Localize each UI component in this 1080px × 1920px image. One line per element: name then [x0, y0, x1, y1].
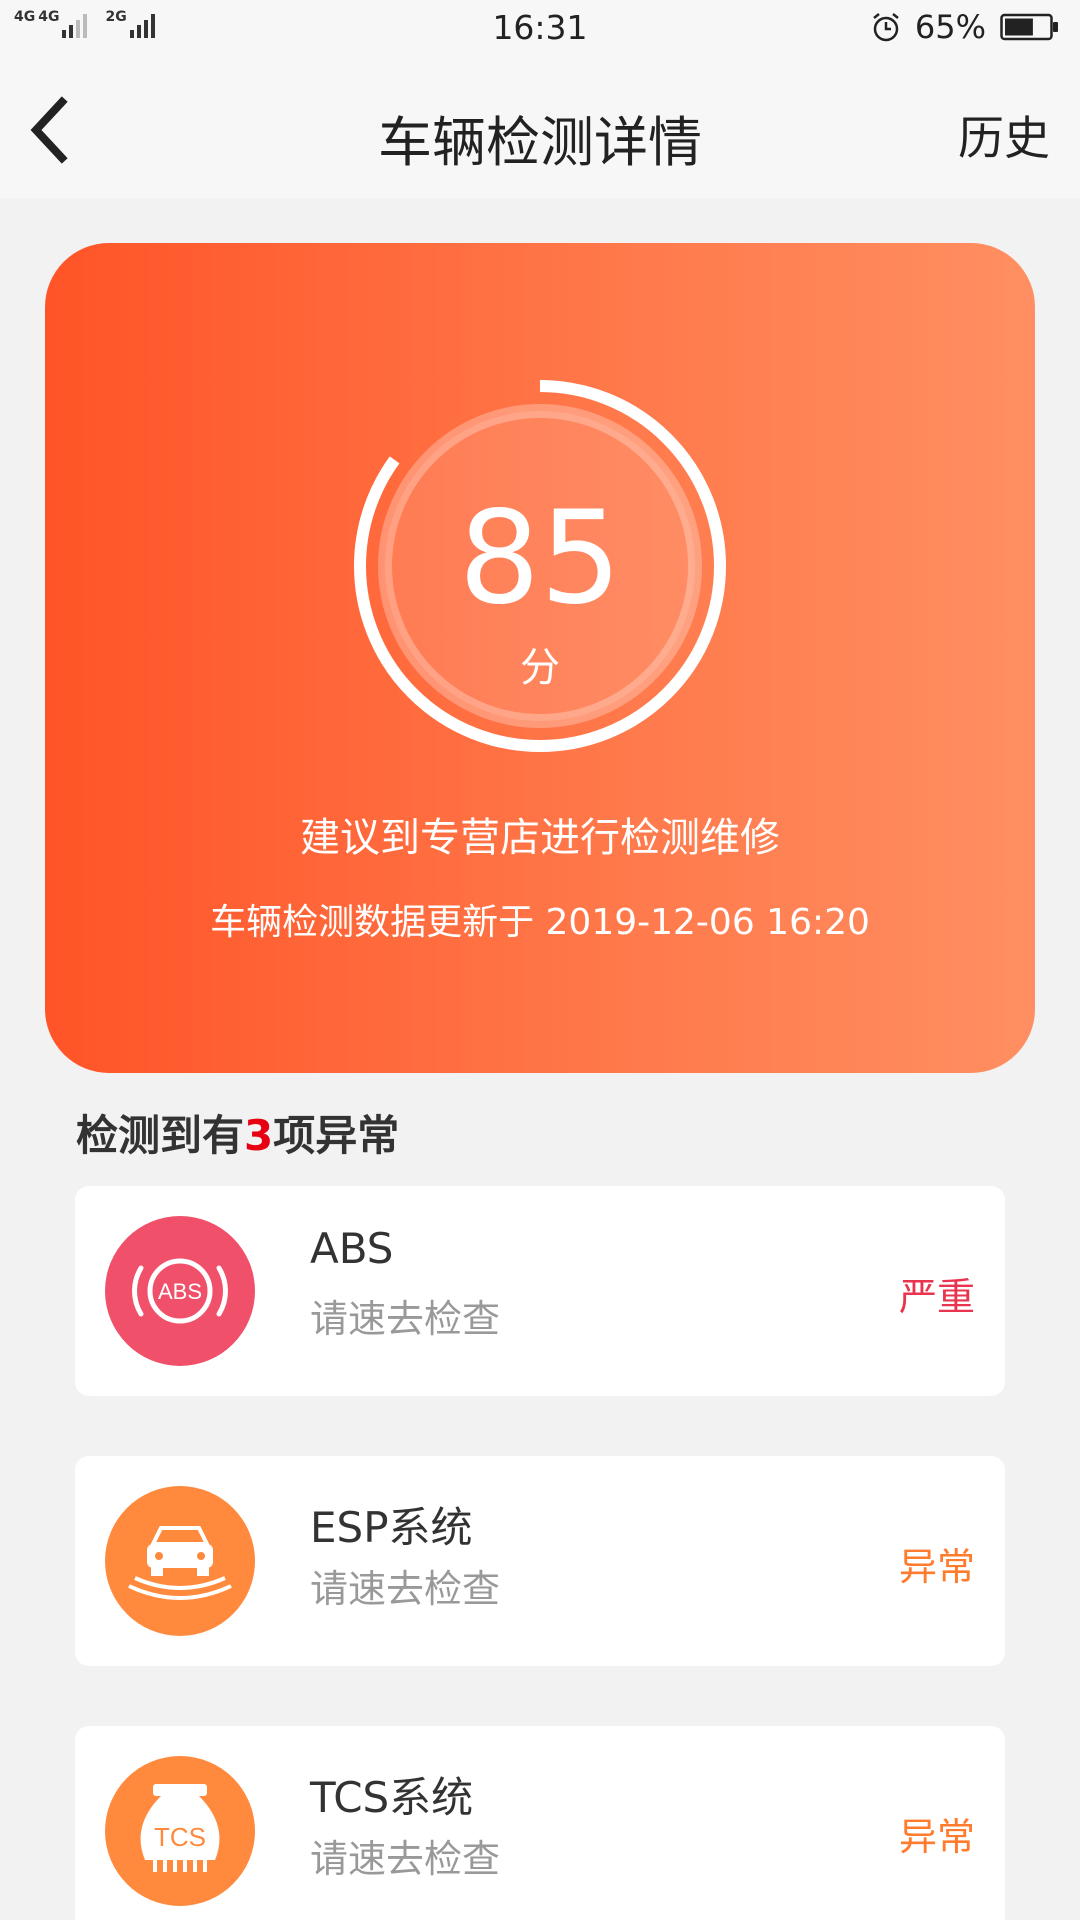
score-card: 85 分 建议到专营店进行检测维修 车辆检测数据更新于 2019-12-06 1…	[45, 243, 1035, 1073]
abs-warning-icon: ABS	[105, 1216, 255, 1366]
update-timestamp: 车辆检测数据更新于 2019-12-06 16:20	[210, 902, 870, 943]
battery-icon	[1000, 13, 1058, 41]
item-name: ABS	[310, 1224, 394, 1273]
anomaly-item-esp[interactable]: ESP系统 请速去检查 异常	[75, 1456, 1005, 1666]
item-desc: 请速去检查	[310, 1297, 501, 1341]
item-name: TCS系统	[310, 1773, 474, 1822]
tcs-traction-control-icon: TCS	[105, 1756, 255, 1906]
score-unit: 分	[520, 645, 560, 691]
alarm-clock-icon	[873, 13, 899, 42]
tcs-icon-text: TCS	[154, 1822, 206, 1852]
anomaly-summary-heading: 检测到有3项异常	[76, 1102, 399, 1163]
anomaly-count: 3	[244, 1111, 274, 1160]
item-desc: 请速去检查	[310, 1567, 501, 1611]
item-name: ESP系统	[310, 1503, 473, 1552]
heading-prefix: 检测到有	[76, 1111, 245, 1160]
anomaly-item-tcs[interactable]: TCS TCS系统 请速去检查 异常	[75, 1726, 1005, 1920]
history-button[interactable]: 历史	[958, 102, 1050, 168]
status-label: 异常	[898, 1815, 975, 1859]
esp-car-stability-icon	[105, 1486, 255, 1636]
battery-percent: 65%	[914, 8, 986, 46]
page-title: 车辆检测详情	[378, 111, 702, 174]
status-bar: 4G 4G 2G 16:31 65%	[0, 0, 1080, 58]
score-value: 85	[458, 484, 622, 633]
status-label: 异常	[898, 1545, 975, 1589]
item-desc: 请速去检查	[310, 1837, 501, 1881]
nav-bar: 车辆检测详情 历史	[0, 58, 1080, 198]
advice-text: 建议到专营店进行检测维修	[300, 815, 780, 861]
heading-suffix: 项异常	[273, 1111, 400, 1160]
anomaly-item-abs[interactable]: ABS ABS 请速去检查 严重	[75, 1186, 1005, 1396]
abs-icon-text: ABS	[158, 1279, 202, 1304]
chevron-left-icon[interactable]	[28, 96, 72, 164]
status-right: 65%	[871, 8, 1060, 46]
status-label: 严重	[898, 1275, 975, 1319]
